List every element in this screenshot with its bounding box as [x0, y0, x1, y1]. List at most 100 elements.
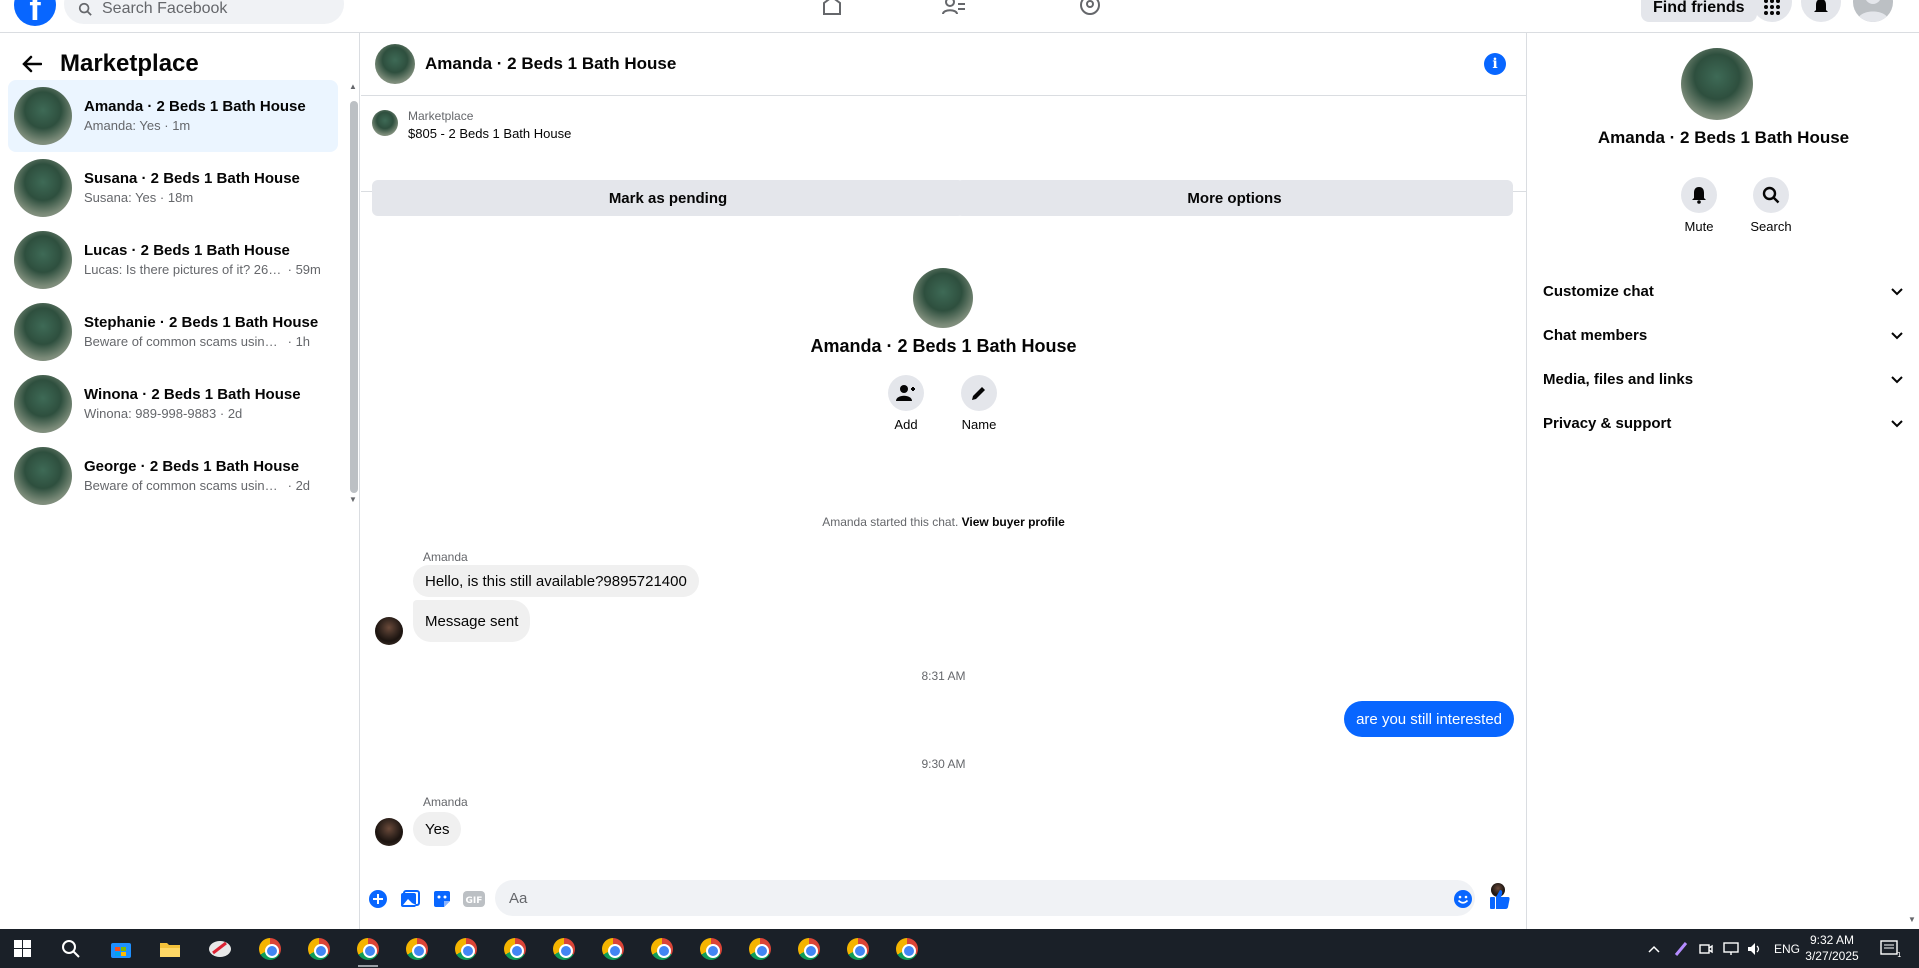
app-window: { "topbar": { "search_placeholder": "Sea…	[0, 0, 1919, 968]
network-icon[interactable]	[1723, 929, 1739, 968]
chrome-icon[interactable]	[894, 936, 920, 962]
top-navigation-bar: f Search Facebook Find friends	[0, 0, 1919, 33]
search-in-conversation-button[interactable]: Search	[1741, 177, 1801, 234]
message-timestamp: 8:31 AM	[921, 669, 966, 683]
sidebar-title: Marketplace	[60, 50, 199, 77]
chat-profile-avatar[interactable]	[913, 268, 973, 328]
listing-thumbnail	[14, 87, 72, 145]
incoming-message-bubble[interactable]: Yes	[413, 812, 462, 846]
search-icon	[1753, 177, 1789, 213]
message-text: Yes	[425, 820, 450, 838]
conversation-name: George · 2 Beds 1 Bath House	[84, 458, 300, 475]
outgoing-message-bubble[interactable]: are you still interested	[1344, 701, 1514, 737]
clock-time: 9:32 AM	[1809, 933, 1855, 947]
find-friends-button[interactable]: Find friends	[1641, 0, 1757, 22]
media-files-links-section[interactable]: Media, files and links	[1543, 361, 1903, 397]
chrome-icon[interactable]	[600, 936, 626, 962]
plus-circle-icon[interactable]	[367, 888, 389, 910]
conversation-preview: Beware of common scams using pa...	[84, 334, 284, 349]
listing-title[interactable]: $805 - 2 Beds 1 Bath House	[408, 126, 571, 141]
conversation-details-panel: Amanda · 2 Beds 1 Bath House Mute Search…	[1526, 33, 1919, 929]
message-sender-name: Amanda	[423, 550, 468, 564]
chat-title[interactable]: Amanda · 2 Beds 1 Bath House	[425, 54, 676, 74]
chrome-icon[interactable]	[845, 936, 871, 962]
windows-start-icon[interactable]	[14, 940, 31, 957]
pencil-icon	[961, 375, 997, 411]
photo-icon[interactable]	[399, 888, 421, 910]
details-avatar[interactable]	[1681, 48, 1753, 120]
sender-avatar[interactable]	[375, 818, 403, 846]
menu-grid-button[interactable]	[1752, 0, 1792, 22]
thumbs-up-icon[interactable]	[1489, 888, 1511, 910]
search-facebook-input[interactable]: Search Facebook	[64, 0, 344, 24]
volume-icon[interactable]	[1747, 929, 1763, 968]
listing-thumbnail	[14, 231, 72, 289]
sender-avatar[interactable]	[375, 617, 403, 645]
add-person-icon	[888, 375, 924, 411]
conversation-item-amanda[interactable]: Amanda · 2 Beds 1 Bath House Amanda: Yes…	[8, 80, 338, 152]
emoji-icon[interactable]	[1452, 888, 1474, 910]
chrome-icon[interactable]	[257, 936, 283, 962]
incoming-message-bubble[interactable]: Message sent	[413, 600, 531, 642]
conversation-item-lucas[interactable]: Lucas · 2 Beds 1 Bath House Lucas: Is th…	[8, 224, 338, 296]
chat-header-avatar[interactable]	[375, 44, 415, 84]
edit-name-button[interactable]: Name	[949, 375, 1009, 432]
customize-chat-section[interactable]: Customize chat	[1543, 273, 1903, 309]
friends-nav-icon[interactable]	[940, 0, 968, 16]
search-label: Search	[1750, 219, 1792, 234]
conversation-item-winona[interactable]: Winona · 2 Beds 1 Bath House Winona: 989…	[8, 368, 338, 440]
chrome-icon[interactable]	[404, 936, 430, 962]
chrome-icon[interactable]	[796, 936, 822, 962]
chrome-icon[interactable]	[551, 936, 577, 962]
chrome-icon[interactable]	[747, 936, 773, 962]
system-clock[interactable]: 9:32 AM 3/27/2025	[1797, 932, 1867, 964]
back-arrow-icon[interactable]	[18, 50, 46, 78]
chrome-icon[interactable]	[453, 936, 479, 962]
groups-nav-icon[interactable]	[1076, 0, 1104, 16]
sidebar-scrollbar-thumb[interactable]	[350, 101, 358, 493]
info-icon[interactable]: i	[1484, 53, 1506, 75]
pen-icon[interactable]	[1674, 929, 1690, 968]
home-nav-icon[interactable]	[818, 0, 846, 16]
chrome-icon[interactable]	[649, 936, 675, 962]
chrome-icon[interactable]	[502, 936, 528, 962]
chevron-down-icon	[1891, 371, 1903, 388]
mute-button[interactable]: Mute	[1669, 177, 1729, 234]
view-buyer-profile-link[interactable]: View buyer profile	[962, 515, 1065, 529]
notification-center-icon[interactable]: 11	[1880, 929, 1902, 968]
sticker-icon[interactable]	[431, 888, 453, 910]
listing-thumbnail	[14, 375, 72, 433]
chat-members-section[interactable]: Chat members	[1543, 317, 1903, 353]
taskbar-search-icon[interactable]	[58, 936, 84, 962]
gif-icon[interactable]: GIF	[463, 888, 485, 910]
chrome-icon[interactable]	[306, 936, 332, 962]
conversation-item-susana[interactable]: Susana · 2 Beds 1 Bath House Susana: Yes…	[8, 152, 338, 224]
sidebar-header: Marketplace	[18, 43, 199, 85]
facebook-logo[interactable]: f	[14, 0, 56, 28]
listing-banner-thumbnail[interactable]	[372, 110, 398, 136]
chat-started-text: Amanda started this chat.	[822, 515, 959, 529]
conversation-item-stephanie[interactable]: Stephanie · 2 Beds 1 Bath House Beware o…	[8, 296, 338, 368]
message-input[interactable]: Aa	[495, 880, 1475, 916]
show-hidden-icons-chevron-up-icon[interactable]	[1648, 929, 1660, 968]
add-people-button[interactable]: Add	[876, 375, 936, 432]
chat-panel: Amanda · 2 Beds 1 Bath House i Marketpla…	[361, 33, 1526, 929]
chrome-icon[interactable]	[355, 936, 381, 962]
snipping-tool-icon[interactable]	[207, 936, 233, 962]
incoming-message-bubble[interactable]: Hello, is this still available?989572140…	[413, 565, 699, 597]
page-scroll-down-arrow-icon[interactable]: ▼	[1908, 915, 1916, 924]
scroll-up-arrow-icon[interactable]: ▲	[348, 83, 358, 91]
message-thread: Amanda · 2 Beds 1 Bath House Add Name Am…	[361, 193, 1526, 897]
meet-now-icon[interactable]	[1699, 929, 1713, 968]
conversation-item-george[interactable]: George · 2 Beds 1 Bath House Beware of c…	[8, 440, 338, 512]
privacy-support-section[interactable]: Privacy & support	[1543, 405, 1903, 441]
account-avatar-button[interactable]	[1853, 0, 1893, 22]
scroll-down-arrow-icon[interactable]: ▼	[348, 496, 358, 504]
notifications-button[interactable]	[1801, 0, 1841, 22]
message-composer: GIF Aa	[361, 875, 1526, 925]
microsoft-store-icon[interactable]	[108, 936, 134, 962]
chrome-icon[interactable]	[698, 936, 724, 962]
bell-icon	[1814, 0, 1828, 12]
file-explorer-icon[interactable]	[157, 936, 183, 962]
chevron-down-icon	[1891, 327, 1903, 344]
